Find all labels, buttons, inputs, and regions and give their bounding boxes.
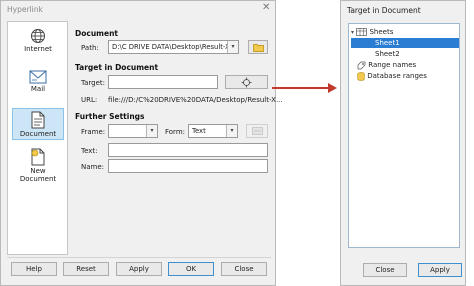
divider <box>7 257 271 258</box>
target-label: Target: <box>81 79 106 87</box>
globe-icon <box>31 29 45 43</box>
sidebar-item-label: Mail <box>30 85 46 93</box>
document-icon <box>31 111 45 129</box>
arrow-head-icon <box>328 83 337 93</box>
hyperlink-dialog: Hyperlink ✕ Internet Mail Document New D… <box>0 0 283 286</box>
name-input[interactable] <box>108 159 268 173</box>
sidebar-item-mail[interactable]: Mail <box>12 70 64 100</box>
collapse-icon[interactable]: ▾ <box>351 29 354 36</box>
sidebar-item-label: Internet <box>24 45 52 53</box>
mail-icon <box>29 70 47 84</box>
sidebar-item-new-document[interactable]: New Document <box>12 148 64 183</box>
new-document-icon <box>31 148 45 166</box>
path-combobox[interactable]: D:\C DRIVE DATA\Desktop\Result-X-A.o ▾ <box>108 40 239 54</box>
path-value: D:\C DRIVE DATA\Desktop\Result-X-A.o <box>112 43 239 51</box>
frame-combobox[interactable]: ▾ <box>108 124 158 138</box>
crosshair-icon <box>241 77 252 88</box>
open-file-button[interactable] <box>248 40 268 54</box>
dialog-title: Hyperlink <box>7 5 43 14</box>
target-in-document-button[interactable] <box>225 75 268 89</box>
document-section-heading: Document <box>75 29 118 38</box>
tree-item-range-names[interactable]: Range names <box>357 60 467 70</box>
target-input[interactable] <box>108 75 218 89</box>
url-value: file:///D:/C%20DRIVE%20DATA/Desktop/Resu… <box>108 96 283 104</box>
folder-icon <box>252 44 264 52</box>
form-label: Form: <box>165 128 185 136</box>
tree-item-sheets[interactable]: ▾ Sheets <box>351 27 461 37</box>
close-button[interactable]: Close <box>221 262 267 276</box>
tree-item-label: Database ranges <box>367 72 427 80</box>
further-settings-heading: Further Settings <box>75 112 145 121</box>
frame-label: Frame: <box>81 128 106 136</box>
apply-button[interactable]: Apply <box>116 262 162 276</box>
events-button[interactable] <box>246 124 268 138</box>
range-names-icon <box>357 61 366 69</box>
form-value: Text <box>192 127 206 135</box>
sidebar-item-label: Document <box>19 130 57 138</box>
sidebar-item-label: New Document <box>19 167 57 183</box>
reset-button[interactable]: Reset <box>63 262 109 276</box>
hyperlink-type-sidebar: Internet Mail Document New Document <box>7 21 68 255</box>
chevron-down-icon[interactable]: ▾ <box>226 125 237 137</box>
table-icon <box>356 28 368 36</box>
tree-item-database-ranges[interactable]: Database ranges <box>357 71 467 81</box>
target-section-heading: Target in Document <box>75 63 159 72</box>
database-icon <box>357 71 365 81</box>
url-label: URL: <box>81 96 98 104</box>
chevron-down-icon[interactable]: ▾ <box>227 41 238 53</box>
sidebar-item-document[interactable]: Document <box>12 108 64 140</box>
form-combobox[interactable]: Text ▾ <box>188 124 238 138</box>
sidebar-item-internet[interactable]: Internet <box>12 28 64 60</box>
apply-button[interactable]: Apply <box>418 263 462 277</box>
text-input[interactable] <box>108 143 268 157</box>
path-label: Path: <box>81 44 99 52</box>
name-label: Name: <box>81 163 105 171</box>
close-icon[interactable]: ✕ <box>262 2 270 13</box>
target-in-document-dialog: Target in Document ▾ Sheets Sheet1 Sheet… <box>340 0 466 286</box>
tree-item-sheet1[interactable]: Sheet1 <box>351 38 459 48</box>
ok-button[interactable]: OK <box>168 262 214 276</box>
events-icon <box>251 127 263 135</box>
tree-item-label: Sheets <box>369 28 394 36</box>
chevron-down-icon[interactable]: ▾ <box>146 125 157 137</box>
close-button[interactable]: Close <box>363 263 407 277</box>
tree-item-label: Range names <box>368 61 417 69</box>
dialog-title: Target in Document <box>347 6 421 15</box>
help-button[interactable]: Help <box>11 262 57 276</box>
text-label: Text: <box>81 147 98 155</box>
tree-item-sheet2[interactable]: Sheet2 <box>351 49 461 59</box>
target-tree: ▾ Sheets Sheet1 Sheet2 Range names Datab <box>348 23 460 248</box>
annotation-arrow <box>272 87 330 89</box>
